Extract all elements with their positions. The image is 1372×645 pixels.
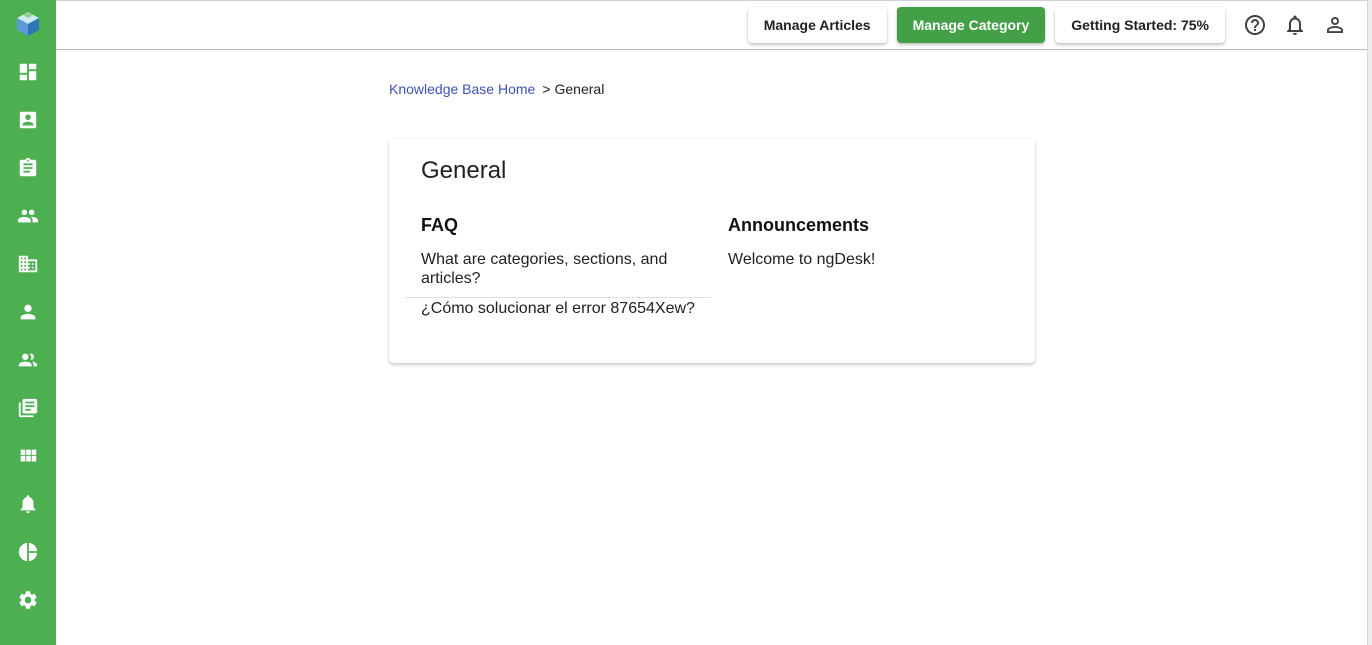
person-icon[interactable] [0, 288, 56, 336]
bell-icon[interactable] [0, 480, 56, 528]
clipboard-icon[interactable] [0, 144, 56, 192]
apps-grid-icon[interactable] [0, 432, 56, 480]
manage-articles-button[interactable]: Manage Articles [747, 7, 887, 43]
breadcrumb-home-link[interactable]: Knowledge Base Home [389, 81, 535, 97]
article-link[interactable]: ¿Cómo solucionar el error 87654Xew? [421, 298, 711, 327]
notifications-icon[interactable] [1275, 5, 1315, 45]
sidebar [0, 0, 56, 645]
library-books-icon[interactable] [0, 384, 56, 432]
people-icon[interactable] [0, 192, 56, 240]
contact-card-icon[interactable] [0, 96, 56, 144]
scrollbar[interactable] [1367, 0, 1372, 645]
section-faq: FAQ What are categories, sections, and a… [405, 215, 711, 327]
building-icon[interactable] [0, 240, 56, 288]
category-title: General [421, 157, 507, 184]
help-icon[interactable] [1235, 5, 1275, 45]
article-link[interactable]: What are categories, sections, and artic… [405, 250, 711, 298]
getting-started-button[interactable]: Getting Started: 75% [1055, 7, 1225, 43]
group-icon[interactable] [0, 336, 56, 384]
top-toolbar: Manage Articles Manage Category Getting … [56, 0, 1367, 50]
account-icon[interactable] [1315, 5, 1355, 45]
dashboard-icon[interactable] [0, 48, 56, 96]
manage-category-button[interactable]: Manage Category [896, 7, 1046, 43]
category-card: General FAQ What are categories, section… [389, 139, 1035, 363]
breadcrumb-separator: > [542, 81, 551, 97]
breadcrumb: Knowledge Base Home > General [389, 81, 604, 97]
section-title[interactable]: FAQ [421, 215, 711, 236]
section-announcements: Announcements Welcome to ngDesk! [728, 215, 1018, 278]
section-title[interactable]: Announcements [728, 215, 1018, 236]
pie-chart-icon[interactable] [0, 528, 56, 576]
breadcrumb-current: General [554, 81, 605, 97]
article-link[interactable]: Welcome to ngDesk! [728, 250, 1018, 278]
logo-icon[interactable] [0, 0, 56, 48]
settings-icon[interactable] [0, 576, 56, 624]
